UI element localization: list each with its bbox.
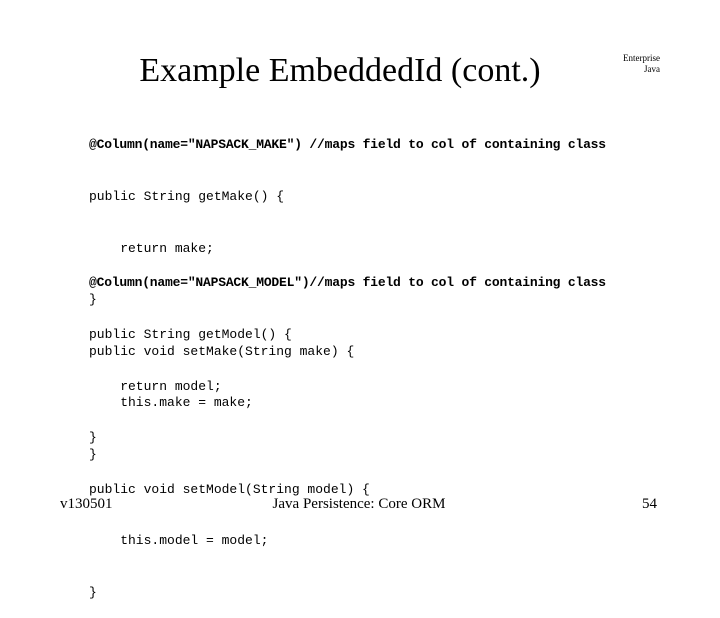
footer-course-title-text: Java Persistence: Core ORM (272, 496, 446, 512)
code-line: } (89, 430, 97, 446)
course-label-line-1: Enterprise (623, 53, 660, 63)
code-line: public String getModel() { (89, 327, 292, 342)
code-line-annotation: @Column(name="NAPSACK_MAKE") //maps fiel… (89, 137, 606, 153)
course-label: Enterprise Java (606, 53, 660, 75)
code-block-model: @Column(name="NAPSACK_MODEL")//maps fiel… (89, 240, 606, 618)
code-line-annotation: @Column(name="NAPSACK_MODEL")//maps fiel… (89, 275, 606, 291)
code-line: this.model = model; (89, 533, 269, 549)
slide-title-text: Example EmbeddedId (cont.) (139, 52, 541, 89)
code-line: } (89, 584, 97, 600)
code-line: public String getMake() { (89, 189, 285, 204)
course-label-line-2: Java (644, 64, 660, 74)
page-number: 54 (642, 496, 657, 512)
code-line: return model; (89, 378, 222, 394)
